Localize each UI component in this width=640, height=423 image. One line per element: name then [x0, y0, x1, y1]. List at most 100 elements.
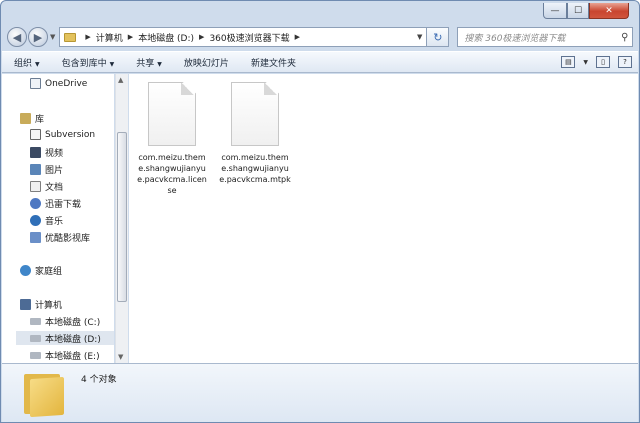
nav-label: 计算机	[35, 301, 63, 311]
nav-scrollbar[interactable]: ▲ ▼	[115, 74, 128, 363]
nav-item-drive-c[interactable]: 本地磁盘 (C:)	[30, 315, 100, 328]
youku-icon	[30, 232, 41, 243]
address-bar[interactable]: ▶ 计算机 ▶ 本地磁盘 (D:) ▶ 360极速浏览器下载 ▶ ▼	[59, 27, 428, 47]
nav-label: Subversion	[45, 129, 96, 140]
maximize-button[interactable]: ☐	[567, 3, 589, 19]
nav-label: 家庭组	[35, 267, 63, 277]
nav-item-xunlei[interactable]: 迅雷下载	[30, 197, 81, 210]
view-controls: ▤ ▼ ▯ ?	[561, 56, 632, 68]
search-icon[interactable]: ⚲	[621, 32, 628, 43]
refresh-icon: ↻	[433, 30, 443, 44]
refresh-button[interactable]: ↻	[427, 27, 450, 47]
nav-label: 本地磁盘 (D:)	[45, 334, 101, 345]
nav-item-pictures[interactable]: 图片	[30, 163, 63, 176]
view-options-icon[interactable]: ▤	[561, 56, 576, 68]
picture-icon	[30, 164, 41, 175]
breadcrumb-separator-icon[interactable]: ▶	[295, 33, 300, 41]
nav-item-documents[interactable]: 文档	[30, 180, 63, 193]
nav-label: 优酷影视库	[45, 234, 91, 244]
include-in-library-button[interactable]: 包含到库中 ▼	[62, 56, 115, 69]
nav-item-videos[interactable]: 视频	[30, 146, 63, 159]
nav-item-libraries[interactable]: 库	[20, 112, 44, 125]
breadcrumb-drive-d[interactable]: 本地磁盘 (D:)	[138, 31, 194, 44]
subversion-icon	[30, 129, 41, 140]
document-icon	[30, 181, 41, 192]
xunlei-icon	[30, 198, 41, 209]
nav-label: 图片	[45, 166, 64, 176]
nav-label: 本地磁盘 (E:)	[45, 352, 100, 362]
breadcrumb-downloads-folder[interactable]: 360极速浏览器下载	[209, 31, 289, 44]
share-button[interactable]: 共享 ▼	[136, 56, 162, 69]
forward-button[interactable]: ▶	[28, 27, 48, 47]
details-pane: 4 个对象	[2, 363, 638, 422]
scroll-up-icon[interactable]: ▲	[118, 76, 123, 84]
blank-file-icon	[231, 82, 279, 146]
chevron-down-icon: ▼	[35, 60, 40, 68]
breadcrumb-separator-icon[interactable]: ▶	[85, 33, 90, 41]
organize-button[interactable]: 组织 ▼	[14, 56, 40, 69]
new-folder-button[interactable]: 新建文件夹	[251, 56, 296, 69]
recent-pages-dropdown[interactable]: ▼	[50, 33, 55, 41]
chevron-down-icon: ▼	[157, 60, 162, 68]
nav-label: 文档	[45, 183, 64, 193]
item-count: 4 个对象	[81, 375, 117, 385]
nav-label: OneDrive	[45, 78, 88, 89]
drive-icon	[30, 318, 41, 325]
close-button[interactable]: ✕	[589, 3, 629, 19]
onedrive-icon	[30, 78, 41, 89]
file-item[interactable]: com.meizu.theme.shangwujianyue.pacvkcma.…	[137, 82, 207, 196]
minimize-button[interactable]: —	[543, 3, 567, 19]
file-item[interactable]: com.meizu.theme.shangwujianyue.pacvkcma.…	[219, 82, 291, 185]
nav-item-music[interactable]: 音乐	[30, 214, 63, 227]
nav-label: 视频	[45, 149, 64, 159]
slideshow-button[interactable]: 放映幻灯片	[184, 56, 229, 69]
file-name: com.meizu.theme.shangwujianyue.pacvkcma.…	[219, 153, 291, 184]
navigation-pane: OneDrive 库 Subversion 视频 图片 文档 迅雷下载 音乐 优…	[2, 74, 114, 363]
music-icon	[30, 215, 41, 226]
nav-item-drive-d[interactable]: 本地磁盘 (D:)	[16, 331, 114, 345]
folder-icon	[64, 32, 77, 42]
computer-icon	[20, 299, 31, 310]
nav-item-onedrive[interactable]: OneDrive	[30, 78, 87, 89]
chevron-down-icon: ▼	[109, 60, 115, 68]
search-placeholder: 搜索 360极速浏览器下载	[464, 33, 566, 44]
nav-label: 库	[35, 115, 45, 125]
nav-label: 本地磁盘 (C:)	[45, 318, 101, 328]
help-icon[interactable]: ?	[618, 56, 632, 68]
nav-label: 音乐	[45, 217, 64, 227]
drive-icon	[30, 352, 41, 359]
blank-file-icon	[148, 82, 196, 146]
folder-icon	[24, 370, 66, 418]
nav-item-computer[interactable]: 计算机	[20, 298, 62, 311]
nav-item-drive-e[interactable]: 本地磁盘 (E:)	[30, 349, 100, 362]
explorer-window: — ☐ ✕ ◀ ▶ ▼ ▶ 计算机 ▶ 本地磁盘 (D:) ▶ 360极速浏览器…	[0, 0, 640, 423]
breadcrumb-separator-icon[interactable]: ▶	[128, 33, 133, 41]
forward-arrow-icon: ▶	[33, 30, 43, 44]
organize-label: 组织	[14, 58, 33, 69]
nav-item-youku[interactable]: 优酷影视库	[30, 231, 90, 244]
nav-label: 迅雷下载	[45, 200, 82, 210]
nav-item-subversion[interactable]: Subversion	[30, 129, 95, 140]
nav-item-homegroup[interactable]: 家庭组	[20, 264, 62, 277]
breadcrumb-computer[interactable]: 计算机	[96, 31, 123, 44]
search-input[interactable]: 搜索 360极速浏览器下载 ⚲	[457, 27, 634, 47]
address-row: ◀ ▶ ▼ ▶ 计算机 ▶ 本地磁盘 (D:) ▶ 360极速浏览器下载 ▶ ▼…	[7, 25, 635, 49]
command-bar: 组织 ▼ 包含到库中 ▼ 共享 ▼ 放映幻灯片 新建文件夹 ▤ ▼ ▯ ?	[2, 51, 638, 73]
video-icon	[30, 147, 41, 158]
scroll-down-icon[interactable]: ▼	[118, 353, 123, 361]
file-name: com.meizu.theme.shangwujianyue.pacvkcma.…	[137, 153, 207, 195]
scroll-thumb[interactable]	[117, 132, 127, 302]
back-arrow-icon: ◀	[12, 30, 22, 44]
chevron-down-icon[interactable]: ▼	[583, 59, 588, 66]
include-in-library-label: 包含到库中	[61, 58, 107, 69]
drive-icon	[30, 334, 41, 342]
file-list: com.meizu.theme.shangwujianyue.pacvkcma.…	[129, 74, 638, 363]
caption-buttons: — ☐ ✕	[543, 3, 629, 19]
library-icon	[20, 113, 31, 124]
breadcrumb-separator-icon[interactable]: ▶	[199, 33, 204, 41]
homegroup-icon	[20, 265, 31, 276]
share-label: 共享	[136, 58, 155, 69]
back-button[interactable]: ◀	[7, 27, 27, 47]
preview-pane-icon[interactable]: ▯	[596, 56, 610, 68]
address-dropdown-icon[interactable]: ▼	[417, 33, 422, 41]
